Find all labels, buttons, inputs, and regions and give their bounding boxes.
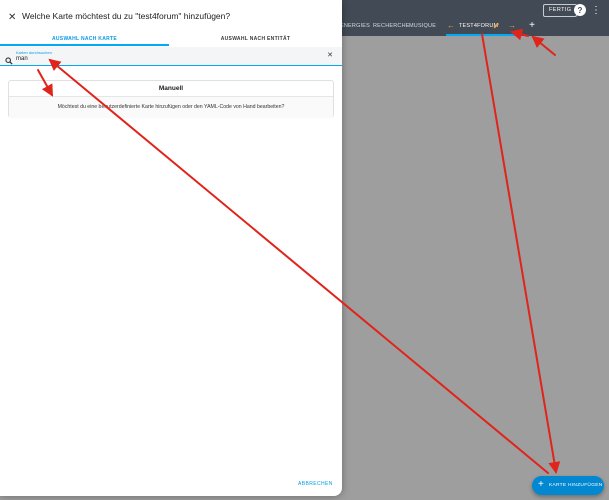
search-input[interactable] (16, 55, 306, 63)
card-body: Möchtest du eine benutzerdefinierte Kart… (9, 96, 333, 118)
clear-icon[interactable]: ✕ (327, 52, 333, 60)
cancel-button[interactable]: ABBRECHEN (298, 481, 333, 487)
add-card-button[interactable]: + KARTE HINZUFÜGEN (532, 476, 604, 495)
arrow-to-add-view (531, 35, 556, 56)
add-card-dialog: ✕ Welche Karte möchtest du zu "test4foru… (0, 0, 342, 496)
card-description: Möchtest du eine benutzerdefinierte Kart… (57, 104, 285, 110)
more-vertical-icon[interactable]: ⋮ (591, 3, 601, 17)
dialog-tab-indicator (0, 44, 169, 46)
tab-energies[interactable]: ENERGIES (340, 23, 370, 29)
tab-by-entity[interactable]: AUSWAHL NACH ENTITÄT (169, 36, 342, 45)
move-left-icon[interactable]: ← (447, 21, 455, 30)
edit-pencil-icon[interactable] (492, 21, 500, 30)
manual-card-option[interactable]: Manuell Möchtest du eine benutzerdefinie… (8, 80, 334, 118)
close-icon[interactable]: ✕ (8, 12, 18, 24)
help-circle-icon[interactable]: ? (574, 4, 586, 16)
search-icon (5, 52, 13, 65)
plus-icon: + (538, 479, 544, 490)
dialog-title: Welche Karte möchtest du zu "test4forum"… (22, 11, 231, 21)
done-button[interactable]: FERTIG (543, 4, 578, 17)
tab-recherche[interactable]: RECHERCHE (373, 23, 410, 29)
card-title: Manuell (158, 85, 184, 92)
active-tab-indicator (446, 34, 518, 36)
move-right-icon[interactable]: → (508, 21, 516, 30)
arrow-tab-to-fab (481, 33, 561, 474)
add-card-label: KARTE HINZUFÜGEN (549, 483, 603, 488)
add-view-icon[interactable]: + (528, 20, 536, 31)
tab-musique[interactable]: MUSIQUE (409, 23, 436, 29)
card-search-field[interactable]: Karten durchsuchen ✕ (0, 47, 342, 66)
